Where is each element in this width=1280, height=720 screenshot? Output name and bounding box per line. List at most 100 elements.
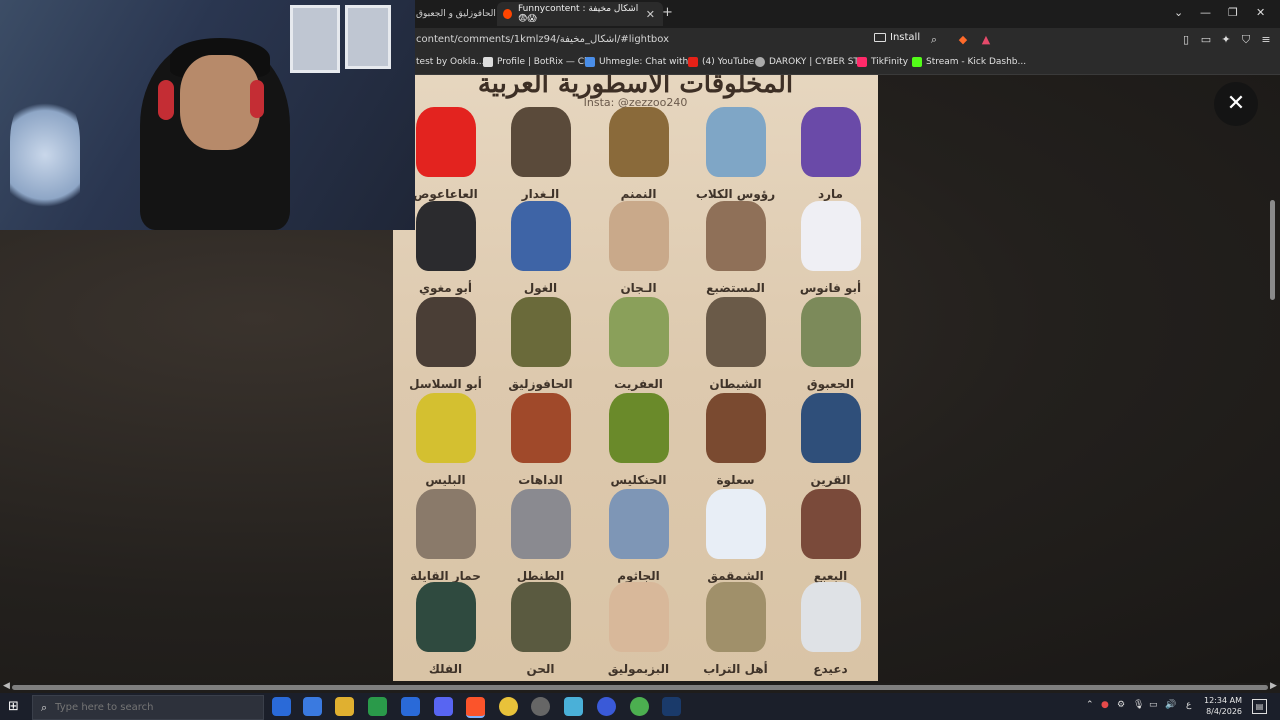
- creature-card: رؤوس الكلاب: [688, 103, 783, 201]
- bookmark-label: Stream - Kick Dashb...: [926, 57, 1027, 67]
- notification-icon[interactable]: ▤: [1252, 699, 1267, 714]
- creature-card: مارد: [783, 103, 878, 201]
- creature-figure: [415, 582, 476, 652]
- creature-figure: [705, 107, 766, 177]
- windows-start-icon[interactable]: ⊞: [8, 700, 22, 714]
- youtube-icon: [688, 57, 698, 67]
- brave-icon[interactable]: [466, 697, 485, 718]
- chrome-icon[interactable]: [630, 697, 649, 716]
- tray-app-icon[interactable]: ⚙: [1117, 700, 1125, 710]
- language-indicator[interactable]: ع: [1186, 700, 1191, 710]
- microphone-icon[interactable]: 🎙: [1133, 700, 1144, 710]
- leo-ai-icon[interactable]: ✦: [1220, 34, 1232, 46]
- chevron-up-icon[interactable]: ⌃: [1086, 700, 1094, 710]
- creature-figure: [510, 107, 571, 177]
- zoom-icon[interactable]: ⌕: [928, 34, 940, 46]
- creature-figure: [800, 393, 861, 463]
- chevron-down-icon[interactable]: ⌄: [1174, 6, 1183, 19]
- wallet-icon[interactable]: ▭: [1200, 34, 1212, 46]
- bookmark-item[interactable]: DAROKY | CYBER ST...: [755, 57, 866, 67]
- bookmark-label: test by Ookla...: [416, 57, 485, 67]
- copilot-icon[interactable]: [303, 697, 322, 716]
- bookmark-item[interactable]: TikFinity: [857, 57, 908, 67]
- tab-active[interactable]: Funnycontent : اشكال مخيفة 😨😱 ✕: [497, 2, 663, 26]
- bookmark-label: Profile | BotRix — Cl...: [497, 57, 596, 67]
- brave-rewards-icon[interactable]: ▲: [980, 34, 992, 46]
- close-lightbox-button[interactable]: ✕: [1214, 82, 1258, 126]
- creature-card: البعبع: [783, 485, 878, 583]
- bookmark-item[interactable]: (4) YouTube: [688, 57, 754, 67]
- app-icon[interactable]: [597, 697, 616, 716]
- clock[interactable]: 12:34 AM 8/4/2026: [1200, 695, 1242, 717]
- install-button[interactable]: Install: [874, 32, 920, 43]
- app-icon[interactable]: [564, 697, 583, 716]
- date: 8/4/2026: [1206, 707, 1242, 716]
- scroll-right-icon[interactable]: ▶: [1270, 681, 1277, 691]
- creature-card: الـغدار: [493, 103, 588, 201]
- store-icon[interactable]: [368, 697, 387, 716]
- bookmark-item[interactable]: test by Ookla...: [416, 57, 484, 67]
- creature-name: الفلك: [428, 662, 463, 676]
- time: 12:34 AM: [1204, 696, 1242, 705]
- bookmark-item[interactable]: Stream - Kick Dashb...: [912, 57, 1026, 67]
- creature-figure: [510, 489, 571, 559]
- bookmark-label: Uhmegle: Chat with...: [599, 57, 697, 67]
- new-tab-icon[interactable]: +: [662, 5, 673, 20]
- bookmark-item[interactable]: Uhmegle: Chat with...: [585, 57, 697, 67]
- task-view-icon[interactable]: [272, 697, 291, 716]
- vpn-icon[interactable]: ⛉: [1240, 34, 1252, 46]
- bookmark-item[interactable]: Profile | BotRix — Cl...: [483, 57, 595, 67]
- mail-icon[interactable]: [401, 697, 420, 716]
- tab-label: الحافوزليق و الجعبوق: [416, 9, 496, 19]
- taskbar-search[interactable]: ⌕: [32, 695, 264, 720]
- file-explorer-icon[interactable]: [335, 697, 354, 716]
- close-tab-icon[interactable]: ✕: [646, 8, 655, 21]
- obs-icon[interactable]: [531, 697, 550, 716]
- creature-card: القرين: [783, 389, 878, 487]
- discord-icon[interactable]: [434, 697, 453, 716]
- horizontal-scrollbar[interactable]: [12, 685, 1268, 690]
- brave-shield-icon[interactable]: ◆: [957, 34, 969, 46]
- sidebar-icon[interactable]: ▯: [1180, 34, 1192, 46]
- creature-card: الشيطان: [688, 293, 783, 391]
- creature-card: العفريت: [591, 293, 686, 391]
- bookmark-label: DAROKY | CYBER ST...: [769, 57, 867, 67]
- tray-app-icon[interactable]: ●: [1101, 700, 1109, 710]
- creature-figure: [608, 201, 669, 271]
- creature-card: أهل التراب: [688, 578, 783, 676]
- streamer-face: [180, 55, 260, 150]
- uhmegle-icon: [585, 57, 595, 67]
- steam-icon[interactable]: [662, 697, 681, 716]
- tikfinity-icon: [857, 57, 867, 67]
- creature-figure: [705, 393, 766, 463]
- volume-icon[interactable]: 🔊: [1165, 700, 1176, 710]
- creature-card: الجاثوم: [591, 485, 686, 583]
- close-window-icon[interactable]: ✕: [1256, 6, 1265, 19]
- creature-card: البليس: [398, 389, 493, 487]
- creature-card: الجعبوق: [783, 293, 878, 391]
- network-icon[interactable]: ▭: [1149, 700, 1158, 710]
- chrome-icon[interactable]: [499, 697, 518, 716]
- creature-card: أبو السلاسل: [398, 293, 493, 391]
- creature-card: الداهات: [493, 389, 588, 487]
- vertical-scrollbar[interactable]: [1270, 200, 1275, 300]
- creature-card: سعلوة: [688, 389, 783, 487]
- minimize-icon[interactable]: —: [1200, 6, 1211, 19]
- creature-figure: [705, 201, 766, 271]
- search-input[interactable]: [53, 701, 198, 714]
- creature-card: الحافوزليق: [493, 293, 588, 391]
- restore-icon[interactable]: ❐: [1228, 6, 1238, 19]
- creature-card: الغول: [493, 197, 588, 295]
- creature-figure: [415, 489, 476, 559]
- creature-card: أبو فانوس: [783, 197, 878, 295]
- url-text[interactable]: content/comments/1kmlz94/اشكال_مخيفة/#li…: [416, 34, 669, 45]
- scroll-left-icon[interactable]: ◀: [3, 681, 10, 691]
- creature-card: الحن: [493, 578, 588, 676]
- creature-card: الشمقمق: [688, 485, 783, 583]
- creature-card: الـجان: [591, 197, 686, 295]
- menu-icon[interactable]: ≡: [1260, 34, 1272, 46]
- bookmark-label: (4) YouTube: [702, 57, 755, 67]
- tab-inactive[interactable]: الحافوزليق و الجعبوق: [416, 2, 496, 26]
- install-icon: [874, 33, 886, 42]
- webcam-overlay: [0, 0, 415, 230]
